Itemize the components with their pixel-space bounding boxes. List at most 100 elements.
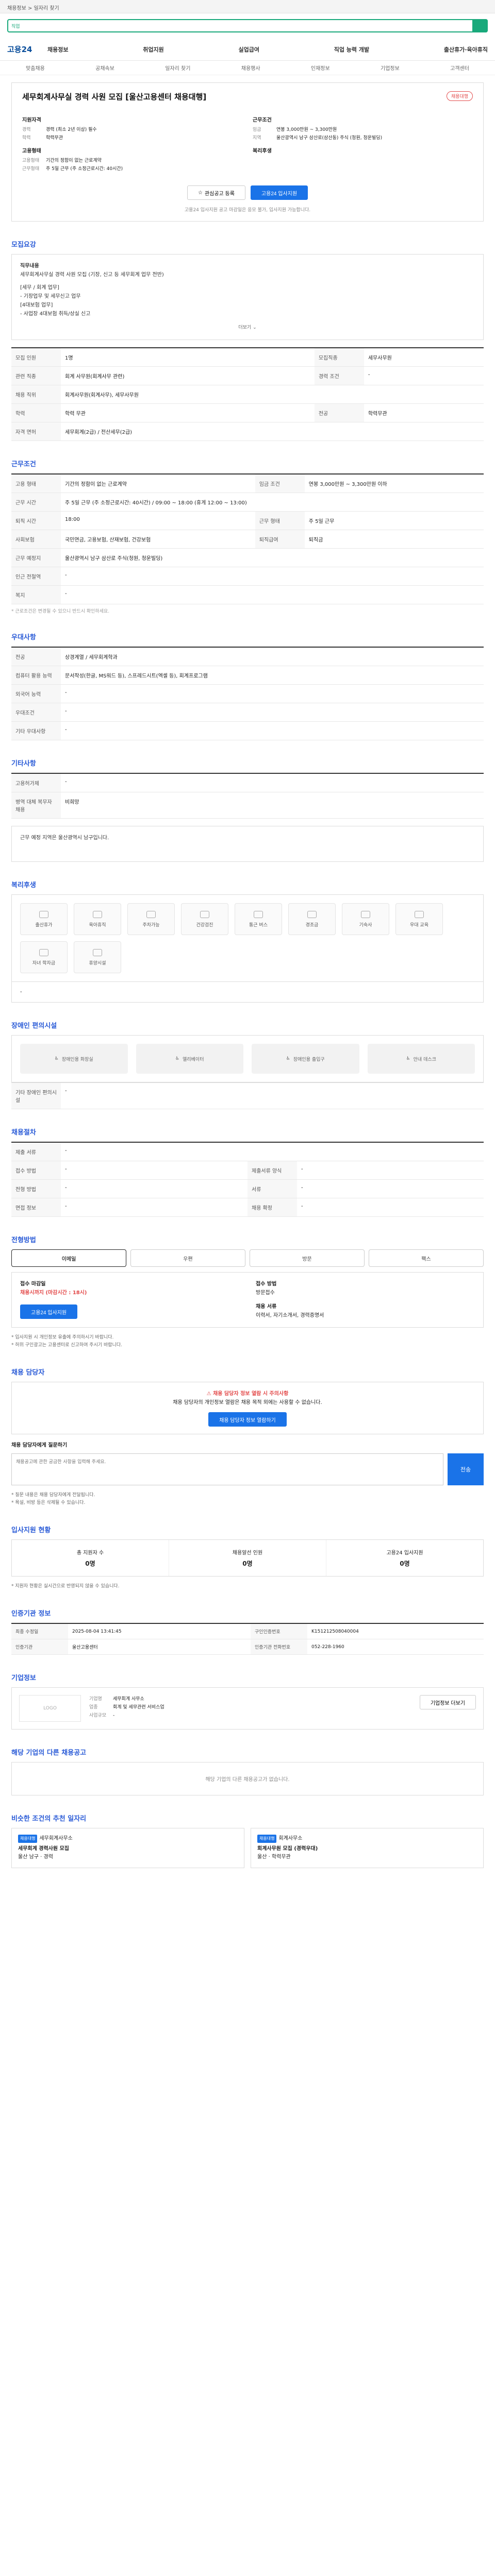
info-row: 지역 울산광역시 남구 삼산로(삼산동) 주식 (청원, 청운빌딩) [253, 134, 473, 142]
gnb-menu-item[interactable]: 직업 능력 개발 [334, 45, 369, 54]
info-key: 지역 [253, 135, 261, 141]
global-nav: 고용24 채용정보 취업지원 실업급여 직업 능력 개발 출산휴가·육아휴직 [0, 38, 495, 61]
row-value: - [61, 684, 484, 703]
job-card-top: 채용대행 회계사무소 [257, 1835, 477, 1843]
table-row: 고용허가제 - [11, 773, 484, 792]
table-row: 채용 직위 회계사무원(회계사무), 세무사무원 [11, 385, 484, 404]
row-key: 컴퓨터 활용 능력 [11, 666, 61, 685]
agency-table: 제출 서류 - 접수 방법 - 제출서류 양식 - 전형 방법 - 서류 - 면접 정보 - 채용 확정… [11, 1142, 484, 1217]
inquiry-label: 채용 담당자에게 질문하기 [11, 1443, 68, 1448]
apply-tab[interactable]: 우편 [130, 1249, 245, 1267]
gnb-menu-item[interactable]: 실업급여 [238, 45, 259, 54]
apply-tab[interactable]: 방문 [250, 1249, 365, 1267]
row-value: 울산광역시 남구 삼산로 주식(청원, 청운빌딩) [61, 548, 484, 567]
gnb-menu-item[interactable]: 취업지원 [143, 45, 163, 54]
other-title: 해당 기업의 다른 채용공고 [11, 1749, 87, 1757]
status-item: 총 지원자 수 0명 [12, 1540, 169, 1576]
apply-tab[interactable]: 팩스 [369, 1249, 484, 1267]
subnav-item[interactable]: 맞춤채용 [26, 64, 45, 72]
welfare-label: 경조금 [305, 922, 319, 928]
manager-title: 채용 담당자 [11, 1369, 45, 1377]
accessibility-icon: ♿ [286, 1056, 290, 1061]
accessibility-icon: ♿ [175, 1056, 180, 1061]
apply-bullets: * 입사지원 시 개인정보 유출에 주의하시기 바랍니다. * 허위 구인광고는 … [11, 1334, 484, 1349]
inquiry-textarea[interactable] [11, 1453, 443, 1485]
welfare-section: 복리후생 출산휴가 육아휴직 주차가능 건강검진 통근 버스 경조금 기숙사 우대 교육 자녀 … [11, 879, 484, 1003]
welfare-icon [39, 910, 48, 918]
job-desc-line: - 사업장 4대보험 취득/상실 신고 [20, 311, 91, 317]
subnav-item[interactable]: 공채속보 [95, 64, 114, 72]
row-value: - [61, 773, 484, 792]
welfare-summary-title: 복리후생 [253, 148, 272, 154]
welfare-icon [307, 910, 317, 918]
subnav-item[interactable]: 고객센터 [450, 64, 469, 72]
info-value: 기간의 정함이 없는 근로계약 [46, 158, 102, 163]
subnav-item[interactable]: 채용행사 [241, 64, 260, 72]
agency-section: 채용절차 제출 서류 - 접수 방법 - 제출서류 양식 - 전형 방법 - 서류 - 면접 정보 -… [11, 1127, 484, 1217]
table-row: 관련 직종 회계 사무원(회계사무 관련) 경력 조건 - [11, 366, 484, 385]
search-row: 직업 [0, 13, 495, 38]
row-key: 제출서류 양식 [248, 1161, 297, 1180]
gnb-menu-item[interactable]: 채용정보 [47, 45, 68, 54]
gnb-menu-item[interactable]: 출산휴가·육아휴직 [444, 45, 488, 54]
row-value: 국민연금, 고용보험, 산재보험, 건강보험 [61, 530, 255, 549]
accessibility-icon: ♿ [54, 1056, 59, 1061]
meta-section: 인증기관 정보 최종 수정일 2025-08-04 13:41:45 구인인증번호 K… [11, 1608, 484, 1655]
welfare-item: 휴양시설 [74, 941, 121, 973]
row-value: 학력무관 [364, 403, 484, 422]
info-row: 경력 경력 (최소 2년 이상) 필수 [22, 126, 242, 134]
site-logo[interactable]: 고용24 [7, 44, 47, 55]
welfare-label: 자녀 학자금 [32, 960, 56, 966]
job-card-company: 세무회계사무소 [39, 1836, 73, 1841]
row-key: 사회보험 [11, 530, 61, 549]
scrap-button[interactable]: ☆ 관심공고 등록 [187, 185, 245, 200]
company-value: 세무회계 사무소 [113, 1697, 144, 1702]
search-button[interactable] [472, 19, 488, 32]
row-key: 인증기관 [11, 1639, 68, 1655]
row-value: - [61, 1161, 248, 1180]
info-value: 주 5일 근무 (주 소정근로시간: 40시간) [46, 166, 123, 172]
welfare-icon [415, 910, 424, 918]
company-more-button[interactable]: 기업정보 더보기 [419, 1695, 476, 1709]
apply-button-2[interactable]: 고용24 입사지원 [20, 1304, 78, 1319]
job-desc-line: - 기장업무 및 세무신고 업무 [20, 294, 81, 299]
apply-tabs: 이메일 우편 방문 팩스 [11, 1249, 484, 1267]
table-row: 근무 시간 주 5일 근무 (주 소정근로시간: 40시간) / 09:00 ~ … [11, 493, 484, 512]
row-value: 회계 사무원(회계사무 관련) [61, 366, 315, 385]
welfare-label: 휴양시설 [89, 960, 106, 966]
row-key: 모집직종 [314, 348, 364, 367]
view-manager-button[interactable]: 채용 담당자 정보 열람하기 [208, 1412, 287, 1427]
welfare-icon [93, 948, 102, 956]
table-row: 인증기관 울산고용센터 인증기관 전화번호 052-228-1960 [11, 1639, 484, 1655]
send-button[interactable]: 전송 [448, 1453, 484, 1485]
search-input[interactable]: 직업 [7, 19, 488, 32]
more-button[interactable]: 더보기 ⌄ [20, 324, 475, 332]
row-value: - [61, 1142, 484, 1161]
job-card[interactable]: 채용대행 회계사무소 회계사무원 모집 (경력우대) 울산 · 학력무관 [251, 1828, 484, 1868]
status-section: 입사지원 현황 총 지원자 수 0명 채용알선 인원 0명 고용24 입사지원 0명 * … [11, 1524, 484, 1590]
table-row: 학력 학력 무관 전공 학력무관 [11, 403, 484, 422]
subnav-item[interactable]: 인재정보 [311, 64, 330, 72]
info-key: 경력 [22, 127, 31, 132]
prefer-title: 우대사항 [11, 634, 36, 641]
company-logo: LOGO [19, 1695, 81, 1722]
job-card[interactable]: 채용대행 세무회계사무소 세무회계 경력사원 모집 울산 남구 · 경력 [11, 1828, 244, 1868]
table-row: 컴퓨터 활용 능력 문서작성(한글, MS워드 등), 스프레드시트(엑셀 등),… [11, 666, 484, 685]
etc-title: 기타사항 [11, 760, 36, 768]
row-key: 임금 조건 [255, 474, 305, 493]
job-card-tag: 채용대행 [257, 1835, 277, 1843]
apply-button[interactable]: 고용24 입사지원 [250, 185, 308, 200]
accessibility-icon: ♿ [406, 1056, 410, 1061]
subnav-item[interactable]: 일자리 찾기 [165, 64, 190, 72]
row-key: 퇴직 시간 [11, 511, 61, 530]
row-value: - [297, 1198, 484, 1217]
status-label: 고용24 입사지원 [386, 1550, 423, 1556]
welfare-label: 건강검진 [196, 922, 213, 928]
apply-tab[interactable]: 이메일 [11, 1249, 126, 1267]
row-value: 퇴직금 [304, 530, 484, 549]
row-key: 학력 [11, 403, 61, 422]
job-desc-box: 직무내용 세무회계사무실 경력 사원 모집 (기장, 신고 등 세무회계 업무 … [11, 254, 484, 340]
meta-title: 인증기관 정보 [11, 1610, 51, 1618]
subnav-item[interactable]: 기업정보 [381, 64, 400, 72]
job-card-top: 채용대행 세무회계사무소 [18, 1835, 238, 1843]
